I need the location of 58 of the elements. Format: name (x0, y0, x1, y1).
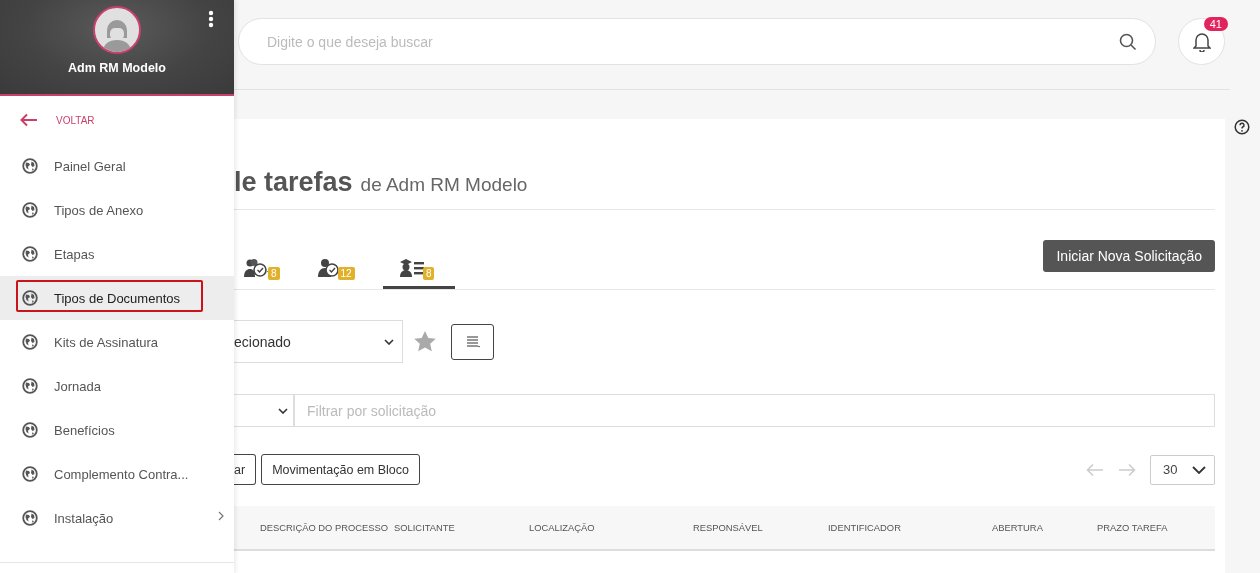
action-button[interactable]: ar (234, 454, 257, 485)
chevron-right-icon (218, 511, 224, 521)
notification-badge: 41 (1203, 17, 1228, 31)
count-badge: 12 (337, 267, 355, 280)
menu-item[interactable]: Instalação (0, 496, 234, 540)
star-icon[interactable] (413, 330, 437, 353)
column-header[interactable]: SOLICITANTE (394, 522, 529, 533)
notifications-button[interactable]: 41 (1178, 18, 1225, 65)
menu-item[interactable]: Kits de Assinatura (0, 320, 234, 364)
globe-icon (22, 158, 38, 174)
globe-icon (22, 202, 38, 218)
page-subtitle: de Adm RM Modelo (360, 174, 528, 196)
chevron-down-icon (384, 338, 394, 345)
menu-item[interactable]: Etapas (0, 232, 234, 276)
globe-icon (22, 290, 38, 306)
search-icon[interactable] (1119, 32, 1137, 51)
chevron-down-icon (1192, 465, 1206, 474)
globe-icon (22, 510, 38, 526)
user-name: Adm RM Modelo (68, 61, 166, 75)
globe-icon (22, 334, 38, 350)
column-header[interactable]: ABERTURA (992, 522, 1097, 533)
menu-item[interactable]: Jornada (0, 364, 234, 408)
menu-item[interactable]: Benefícios (0, 408, 234, 452)
view-select[interactable]: ecionado (234, 320, 403, 363)
search-field[interactable]: Digite o que deseja buscar (265, 32, 1119, 51)
list-icon (465, 335, 480, 348)
page-size-select[interactable]: 30 (1150, 454, 1215, 485)
menu-item[interactable]: Painel Geral (0, 144, 234, 188)
bell-icon (1192, 31, 1211, 52)
menu-item[interactable]: Complemento Contra... (0, 452, 234, 496)
column-header[interactable]: RESPONSÁVEL (693, 522, 828, 533)
globe-icon (22, 246, 38, 262)
menu-item[interactable]: Tipos de Documentos (0, 276, 234, 320)
globe-icon (22, 422, 38, 438)
count-badge: 8 (422, 267, 435, 280)
column-header[interactable]: PRAZO TAREFA (1097, 522, 1215, 533)
count-badge: 8 (268, 267, 280, 280)
graduate-list-icon (398, 258, 425, 278)
help-icon[interactable] (1234, 119, 1250, 135)
menu-item[interactable]: Tipos de Anexo (0, 188, 234, 232)
back-arrow-icon (20, 113, 38, 127)
people-clock-icon (244, 258, 270, 278)
column-header[interactable]: LOCALIZAÇÃO (529, 522, 693, 533)
filter-field[interactable]: Filtrar por solicitação (294, 394, 1215, 427)
chevron-down-icon (278, 407, 288, 414)
back-link[interactable]: VOLTAR (0, 96, 234, 144)
new-request-button[interactable]: Iniciar Nova Solicitação (1043, 240, 1215, 272)
column-header[interactable]: IDENTIFICADOR (828, 522, 992, 533)
more-options-icon[interactable] (208, 10, 214, 28)
action-button[interactable]: Movimentação em Bloco (261, 454, 420, 485)
search-bar[interactable]: Digite o que deseja buscar (238, 18, 1156, 65)
globe-icon (22, 466, 38, 482)
globe-icon (22, 378, 38, 394)
person-clock-icon (317, 258, 340, 278)
avatar (93, 6, 141, 54)
list-options-button[interactable] (451, 323, 494, 360)
column-header[interactable]: DESCRIÇÃO DO PROCESSO (260, 522, 394, 533)
page-title: le tarefas (234, 167, 353, 198)
